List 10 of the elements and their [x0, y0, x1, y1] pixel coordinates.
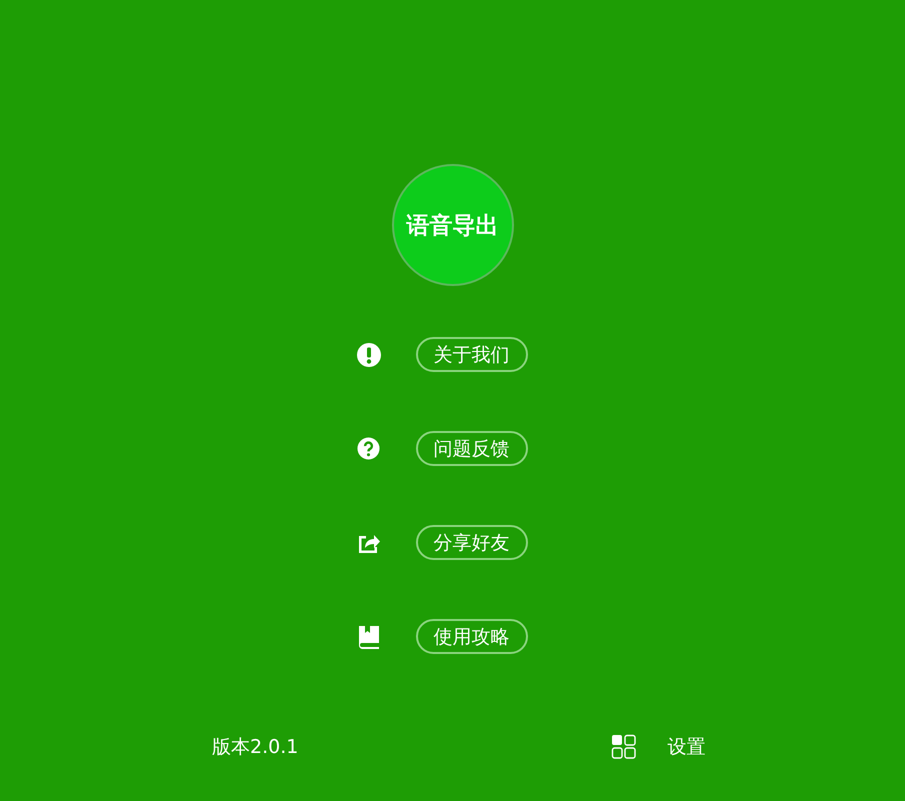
export-button[interactable]: 语音导出 — [392, 164, 514, 286]
info-icon — [356, 342, 382, 368]
menu-button[interactable]: 使用攻略 — [416, 619, 528, 654]
help-icon — [357, 437, 380, 460]
menu-button[interactable]: 关于我们 — [416, 337, 528, 372]
version-text: 版本2.0.1 — [212, 735, 298, 760]
menu-button[interactable]: 分享好友 — [416, 525, 528, 560]
menu-button[interactable]: 问题反馈 — [416, 431, 528, 466]
settings-button[interactable]: 设置 — [667, 734, 706, 760]
grid-icon[interactable] — [611, 734, 638, 760]
